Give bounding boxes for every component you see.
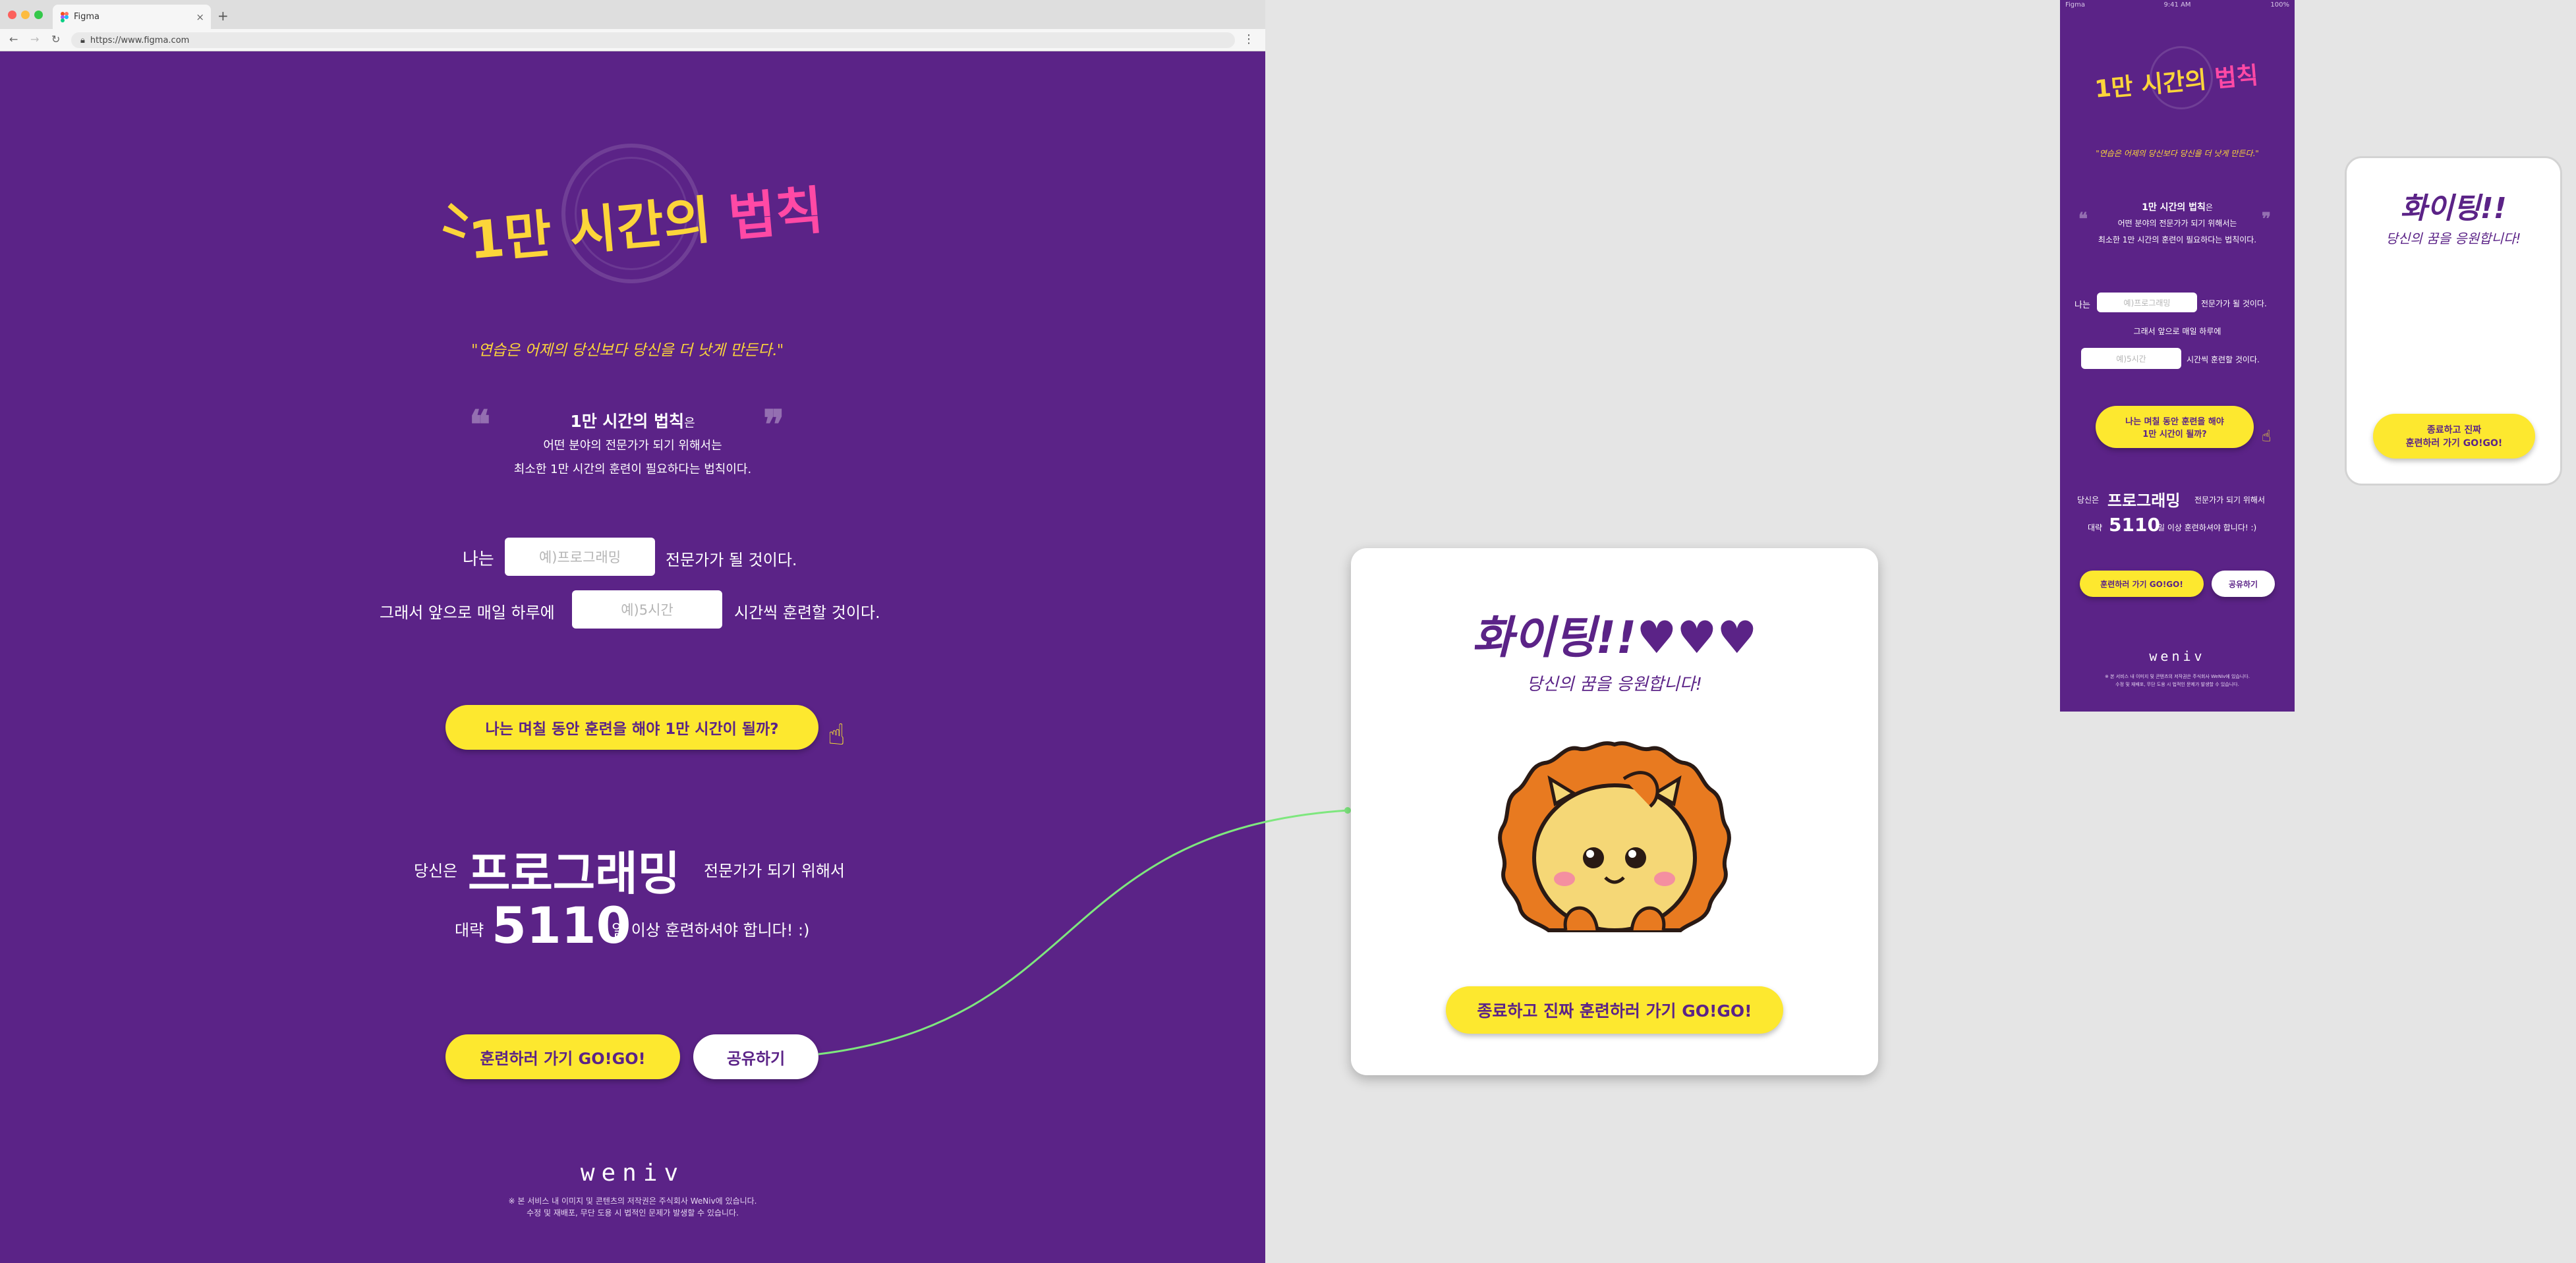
- mobile-result-suffix: 전문가가 되기 위해서: [2194, 495, 2265, 505]
- mobile-days-prefix: 대략: [2088, 523, 2103, 532]
- logo: 1만 시간의 법칙: [465, 169, 826, 274]
- tab-title: Figma: [74, 12, 100, 22]
- definition-line2: 최소한 1만 시간의 훈련이 필요하다는 법칙이다.: [2098, 235, 2257, 244]
- close-window-button[interactable]: [8, 11, 16, 19]
- modal-close-button[interactable]: 종료하고 진짜 훈련하러 가기 GO!GO!: [1446, 986, 1783, 1034]
- cta-line2: 1만 시간이 될까?: [2142, 430, 2207, 439]
- footer-line1: ※ 본 서비스 내 이미지 및 콘텐츠의 저작권은 주식회사 WeNiv에 있습…: [508, 1196, 757, 1206]
- status-battery: 100%: [2270, 1, 2289, 9]
- definition-line2: 최소한 1만 시간의 훈련이 필요하다는 법칙이다.: [513, 463, 752, 476]
- mobile-field-input[interactable]: 예)프로그래밍: [2097, 293, 2197, 312]
- mobile-result-field: 프로그래밍: [2107, 491, 2181, 510]
- figma-icon: [61, 11, 69, 22]
- hours-input[interactable]: 예)5시간: [572, 590, 722, 629]
- mobile-form-line3-suffix: 시간씩 훈련할 것이다.: [2187, 355, 2260, 364]
- mobile-calculate-button[interactable]: 나는 며칠 동안 훈련을 해야 1만 시간이 될까?: [2096, 406, 2254, 448]
- more-menu-icon[interactable]: ⋮: [1243, 32, 1255, 46]
- form-line1-prefix: 나는: [463, 549, 494, 569]
- tab-figma[interactable]: Figma ×: [53, 5, 211, 29]
- mobile-frame: Figma 9:41 AM 100% 1만 시간의 법칙 "연습은 어제의 당신…: [2060, 0, 2295, 712]
- tagline: "연습은 어제의 당신보다 당신을 더 낫게 만든다.": [471, 342, 784, 359]
- result-days: 5110: [492, 896, 631, 955]
- calculate-button[interactable]: 나는 며칠 동안 훈련을 해야 1만 시간이 될까?: [445, 705, 818, 750]
- logo-text: 1만 시간의: [466, 189, 731, 271]
- prototype-connector: [818, 807, 1351, 1055]
- close-quote-icon: ❞: [2262, 210, 2271, 229]
- mobile-footer-line1: ※ 본 서비스 내 이미지 및 콘텐츠의 저작권은 주식회사 WeNiv에 있습…: [2105, 674, 2250, 679]
- back-icon[interactable]: ←: [9, 33, 18, 45]
- mobile-definition: 1만 시간의 법칙은 어떤 분야의 전문가가 되기 위해서는 최소한 1만 시간…: [2060, 200, 2295, 245]
- result-days-prefix: 대략: [455, 921, 484, 940]
- modal-subtitle: 당신의 꿈을 응원합니다!: [1526, 675, 1703, 694]
- plus-icon[interactable]: +: [217, 8, 229, 24]
- cheer-modal: 화이팅!!♥♥♥ 당신의 꿈을 응원합니다! 종료하고 진짜 훈련하러 가기 G…: [1351, 548, 1878, 1075]
- browser-window: Figma × + ← → ↻ 🔒︎ https://www.figma.com…: [0, 0, 1265, 1263]
- mobile-popup-title: 화이팅!!: [2400, 192, 2507, 225]
- mobile-days: 5110: [2109, 514, 2160, 536]
- definition-line1: 어떤 분야의 전문가가 되기 위해서는: [2117, 219, 2237, 228]
- mobile-hours-input[interactable]: 예)5시간: [2081, 348, 2181, 369]
- modal-title: 화이팅!!♥♥♥: [1472, 612, 1758, 664]
- form-line1-suffix: 전문가가 될 것이다.: [666, 551, 797, 569]
- pointing-hand-icon: ☝: [2262, 427, 2272, 445]
- address-bar[interactable]: 🔒︎ https://www.figma.com: [71, 32, 1235, 48]
- definition-title-suffix: 은: [684, 416, 695, 430]
- mobile-form-suffix: 전문가가 될 것이다.: [2201, 299, 2267, 308]
- logo-highlight: 법칙: [2213, 62, 2260, 93]
- mobile-tagline: "연습은 어제의 당신보다 당신을 더 낫게 만든다.": [2096, 149, 2259, 158]
- field-input[interactable]: 예)프로그래밍: [505, 538, 655, 576]
- mobile-days-suffix: 일 이상 훈련하셔야 합니다! :): [2158, 523, 2257, 532]
- footer-line2: 수정 및 재배포, 무단 도용 시 법적인 문제가 발생할 수 있습니다.: [527, 1208, 739, 1218]
- close-line1: 종료하고 진짜: [2426, 425, 2482, 435]
- mobile-form-line2: 그래서 앞으로 매일 하루에: [2133, 327, 2221, 336]
- mobile-result-prefix: 당신은: [2077, 495, 2100, 505]
- mobile-brand-logo: weniv: [2149, 648, 2206, 664]
- mobile-footer-line2: 수정 및 재배포, 무단 도용 시 법적인 문제가 발생할 수 있습니다.: [2115, 682, 2239, 687]
- mobile-form-prefix: 나는: [2075, 300, 2090, 310]
- browser-toolbar: ← → ↻ 🔒︎ https://www.figma.com ⋮: [0, 29, 1265, 51]
- mobile-logo: 1만 시간의 법칙: [2093, 56, 2259, 104]
- form-line2-prefix: 그래서 앞으로 매일 하루에: [380, 603, 555, 622]
- pointing-hand-icon: ☝: [828, 718, 845, 752]
- forward-icon[interactable]: →: [30, 33, 39, 45]
- status-time: 9:41 AM: [2163, 1, 2191, 9]
- result-prefix: 당신은: [414, 862, 458, 880]
- definition-title: 1만 시간의 법칙: [570, 412, 685, 431]
- maximize-window-button[interactable]: [34, 11, 43, 19]
- reload-icon[interactable]: ↻: [51, 33, 60, 45]
- definition-title-suffix: 은: [2205, 203, 2213, 212]
- form-line2-suffix: 시간씩 훈련할 것이다.: [734, 603, 880, 622]
- minimize-window-button[interactable]: [21, 11, 30, 19]
- mobile-popup-close-button[interactable]: 종료하고 진짜 훈련하러 가기 GO!GO!: [2373, 414, 2535, 459]
- lock-icon: 🔒︎: [80, 35, 85, 45]
- close-tab-icon[interactable]: ×: [196, 11, 204, 23]
- mobile-popup-subtitle: 당신의 꿈을 응원합니다!: [2386, 231, 2521, 246]
- definition-line1: 어떤 분야의 전문가가 되기 위해서는: [543, 439, 722, 453]
- logo-spark-icon: [442, 225, 466, 239]
- tab-bar: Figma × +: [0, 0, 1265, 29]
- open-quote-icon: ❝: [2078, 210, 2088, 229]
- mobile-cheer-modal: 화이팅!! 당신의 꿈을 응원합니다! 종료하고 진짜 훈련하러 가기 GO!G…: [2345, 156, 2562, 486]
- url-text: https://www.figma.com: [90, 35, 190, 45]
- result-field: 프로그래밍: [468, 847, 680, 901]
- brand-logo: weniv: [580, 1160, 685, 1187]
- definition-title: 1만 시간의 법칙: [2142, 202, 2206, 213]
- logo-highlight: 법칙: [726, 181, 826, 248]
- lion-illustration: [1498, 741, 1731, 932]
- status-bar: Figma 9:41 AM 100%: [2060, 0, 2295, 12]
- mobile-share-button[interactable]: 공유하기: [2212, 571, 2275, 597]
- close-line2: 훈련하러 가기 GO!GO!: [2405, 438, 2503, 449]
- go-button[interactable]: 훈련하러 가기 GO!GO!: [445, 1034, 680, 1079]
- mobile-go-button[interactable]: 훈련하러 가기 GO!GO!: [2080, 571, 2204, 597]
- definition-block: 1만 시간의 법칙은 어떤 분야의 전문가가 되기 위해서는 최소한 1만 시간…: [488, 408, 778, 477]
- cta-line1: 나는 며칠 동안 훈련을 해야: [2125, 417, 2224, 427]
